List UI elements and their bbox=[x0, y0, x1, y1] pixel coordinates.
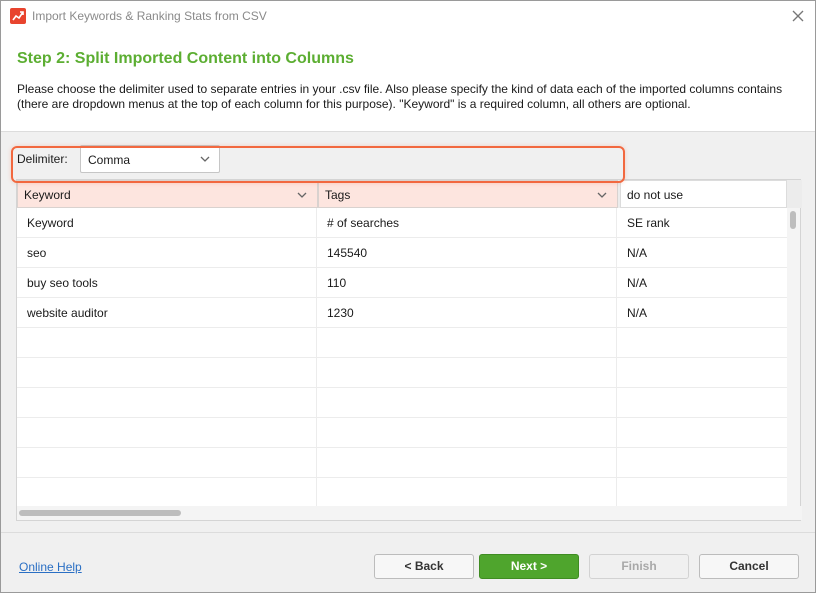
column-type-header: Keyword Tags do not use bbox=[17, 180, 802, 208]
vertical-scrollbar[interactable] bbox=[787, 208, 800, 506]
table-cell: 110 bbox=[327, 276, 347, 290]
table-cell: Keyword bbox=[27, 216, 74, 230]
table-row: Keyword # of searches SE rank bbox=[17, 208, 789, 238]
table-row: buy seo tools 110 N/A bbox=[17, 268, 789, 298]
window-title: Import Keywords & Ranking Stats from CSV bbox=[32, 9, 267, 23]
table-cell: N/A bbox=[627, 276, 648, 290]
delimiter-label: Delimiter: bbox=[17, 152, 68, 166]
table-cell: buy seo tools bbox=[27, 276, 98, 290]
empty-row bbox=[17, 388, 789, 418]
empty-row bbox=[17, 358, 789, 388]
table-cell: 145540 bbox=[327, 246, 368, 260]
cancel-button[interactable]: Cancel bbox=[699, 554, 799, 579]
empty-row bbox=[17, 478, 789, 506]
column-type-label: do not use bbox=[627, 188, 684, 202]
column-type-select-2[interactable]: Tags bbox=[318, 180, 618, 208]
delimiter-value: Comma bbox=[88, 153, 131, 167]
table-row: website auditor 1230 N/A bbox=[17, 298, 789, 328]
step-description: Please choose the delimiter used to sepa… bbox=[17, 82, 783, 111]
chevron-down-icon bbox=[297, 192, 307, 198]
back-button[interactable]: < Back bbox=[374, 554, 474, 579]
chevron-down-icon bbox=[597, 192, 607, 198]
empty-row bbox=[17, 328, 789, 358]
column-type-label: Tags bbox=[325, 188, 351, 202]
table-cell: N/A bbox=[627, 306, 648, 320]
table-cell: seo bbox=[27, 246, 47, 260]
delimiter-select[interactable]: Comma bbox=[80, 145, 220, 173]
title-bar: Import Keywords & Ranking Stats from CSV bbox=[1, 1, 815, 32]
page-title: Step 2: Split Imported Content into Colu… bbox=[17, 50, 354, 67]
app-logo-icon bbox=[10, 8, 26, 24]
import-dialog: Import Keywords & Ranking Stats from CSV… bbox=[0, 0, 816, 593]
table-cell: # of searches bbox=[327, 216, 400, 230]
table-cell: 1230 bbox=[327, 306, 354, 320]
dialog-footer: Online Help < Back Next > Finish Cancel bbox=[1, 532, 815, 592]
table-cell: N/A bbox=[627, 246, 648, 260]
close-icon[interactable] bbox=[789, 7, 807, 25]
next-button[interactable]: Next > bbox=[479, 554, 579, 579]
dialog-content: Step 2: Split Imported Content into Colu… bbox=[1, 32, 815, 561]
horizontal-scrollbar[interactable] bbox=[17, 506, 802, 520]
table-cell: website auditor bbox=[27, 306, 108, 320]
preview-rows: Keyword # of searches SE rank seo 145540… bbox=[17, 208, 789, 506]
empty-row bbox=[17, 448, 789, 478]
finish-button[interactable]: Finish bbox=[589, 554, 689, 579]
column-type-select-3[interactable]: do not use bbox=[620, 180, 787, 208]
online-help-link[interactable]: Online Help bbox=[19, 560, 82, 574]
vertical-scroll-thumb[interactable] bbox=[790, 211, 796, 229]
chevron-down-icon bbox=[200, 156, 210, 162]
column-type-label: Keyword bbox=[24, 188, 71, 202]
empty-row bbox=[17, 418, 789, 448]
horizontal-scroll-thumb[interactable] bbox=[19, 510, 181, 516]
table-row: seo 145540 N/A bbox=[17, 238, 789, 268]
preview-grid: Keyword Tags do not use Keyword # of sea… bbox=[16, 179, 802, 521]
column-mapping-panel: Delimiter: Comma Keyword Tags do not use… bbox=[1, 131, 815, 561]
column-type-select-1[interactable]: Keyword bbox=[17, 180, 318, 208]
table-cell: SE rank bbox=[627, 216, 670, 230]
